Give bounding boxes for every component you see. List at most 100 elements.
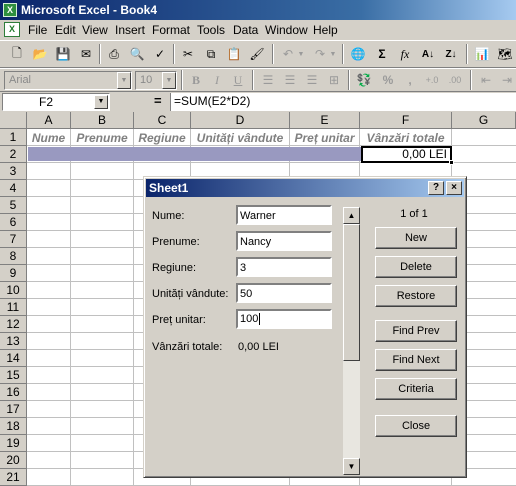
sort-ascending-icon[interactable]: A↓ [418,44,438,64]
formula-input[interactable]: =SUM(E2*D2) [170,93,516,111]
sort-descending-icon[interactable]: Z↓ [441,44,461,64]
format-painter-icon[interactable]: 🖌 [247,44,267,64]
scroll-down-icon[interactable]: ▼ [343,458,360,475]
menu-help[interactable]: Help [313,23,338,37]
email-icon[interactable]: ✉ [76,44,96,64]
row-header[interactable]: 15 [0,367,27,384]
row-header[interactable]: 3 [0,163,27,180]
cut-icon[interactable]: ✂ [178,44,198,64]
decrease-decimal-icon[interactable]: .00 [445,70,465,90]
criteria-button[interactable]: Criteria [375,378,457,400]
fill-handle[interactable] [449,160,454,165]
row-header[interactable]: 21 [0,469,27,486]
row-header[interactable]: 18 [0,418,27,435]
row-header[interactable]: 12 [0,316,27,333]
row-header[interactable]: 17 [0,401,27,418]
currency-icon[interactable]: 💱 [354,70,374,90]
chevron-down-icon[interactable]: ▼ [162,72,176,89]
menu-edit[interactable]: Edit [55,23,76,37]
increase-indent-icon[interactable]: ⇥ [497,70,516,90]
record-scrollbar[interactable]: ▲ ▼ [343,207,360,475]
paste-icon[interactable]: 📋 [224,44,244,64]
restore-button[interactable]: Restore [375,285,457,307]
comma-style-icon[interactable]: , [400,70,420,90]
font-name-combo[interactable]: Arial ▼ [4,71,132,90]
bold-icon[interactable]: B [186,70,206,90]
help-button[interactable]: ? [428,181,444,195]
scrollbar-thumb[interactable] [343,224,360,361]
spelling-icon[interactable]: ✓ [150,44,170,64]
row-header[interactable]: 11 [0,299,27,316]
row-header[interactable]: 16 [0,384,27,401]
column-header[interactable]: A [27,112,71,129]
merge-center-icon[interactable]: ⊞ [324,70,344,90]
regiune-field[interactable] [236,257,332,277]
menu-view[interactable]: View [82,23,108,37]
column-header[interactable]: F [360,112,452,129]
header-cell[interactable]: Nume [27,130,70,146]
nume-field[interactable] [236,205,332,225]
header-cell[interactable]: Unități vândute [191,130,289,146]
row-header[interactable]: 9 [0,265,27,282]
menu-insert[interactable]: Insert [115,23,145,37]
column-header[interactable]: E [290,112,360,129]
italic-icon[interactable]: I [207,70,227,90]
row-header[interactable]: 7 [0,231,27,248]
edit-formula-button[interactable]: = [154,93,162,108]
row-header[interactable]: 2 [0,146,27,163]
print-preview-icon[interactable]: 🔍 [127,44,147,64]
name-box[interactable]: F2 ▼ [2,93,110,111]
row-header[interactable]: 10 [0,282,27,299]
chevron-down-icon[interactable]: ▼ [94,95,108,109]
autosum-icon[interactable]: Σ [372,44,392,64]
close-button[interactable]: Close [375,415,457,437]
row-header[interactable]: 8 [0,248,27,265]
excel-app-icon[interactable]: X [3,3,17,17]
column-header[interactable]: C [134,112,191,129]
redo-dropdown-icon[interactable]: ▼ [328,44,338,64]
close-icon[interactable]: × [446,181,462,195]
column-header[interactable]: D [191,112,290,129]
menu-format[interactable]: Format [152,23,190,37]
header-cell[interactable]: Regiune [134,130,190,146]
menu-tools[interactable]: Tools [197,23,225,37]
header-cell[interactable]: Vânzări totale [360,130,451,146]
row-header[interactable]: 6 [0,214,27,231]
print-icon[interactable]: ⎙ [104,44,124,64]
increase-decimal-icon[interactable]: +.0 [422,70,442,90]
prenume-field[interactable] [236,231,332,251]
decrease-indent-icon[interactable]: ⇤ [476,70,496,90]
align-left-icon[interactable]: ☰ [258,70,278,90]
workbook-icon[interactable]: X [4,22,20,37]
header-cell[interactable]: Preț unitar [290,130,359,146]
undo-icon[interactable]: ↶ [278,44,298,64]
open-icon[interactable]: 📂 [30,44,50,64]
align-center-icon[interactable]: ☰ [280,70,300,90]
find-prev-button[interactable]: Find Prev [375,320,457,342]
new-workbook-icon[interactable]: 🗋 [7,44,27,64]
menu-window[interactable]: Window [265,23,308,37]
save-icon[interactable]: 💾 [53,44,73,64]
row-header[interactable]: 20 [0,452,27,469]
pret-unitar-field[interactable]: 100 [236,309,332,329]
paste-function-icon[interactable]: fx [395,44,415,64]
copy-icon[interactable]: ⧉ [201,44,221,64]
chevron-down-icon[interactable]: ▼ [117,72,131,89]
underline-icon[interactable]: U [228,70,248,90]
row-header[interactable]: 19 [0,435,27,452]
select-all-corner[interactable] [0,112,27,129]
new-button[interactable]: New [375,227,457,249]
percent-icon[interactable]: % [378,70,398,90]
redo-icon[interactable]: ↷ [310,44,330,64]
align-right-icon[interactable]: ☰ [302,70,322,90]
row-header[interactable]: 1 [0,129,27,146]
row-2-shaded-cells[interactable] [28,147,361,161]
find-next-button[interactable]: Find Next [375,349,457,371]
menu-data[interactable]: Data [233,23,258,37]
map-icon[interactable]: 🗺 [495,44,515,64]
column-header[interactable]: B [71,112,134,129]
row-header[interactable]: 13 [0,333,27,350]
chart-wizard-icon[interactable]: 📊 [472,44,492,64]
row-header[interactable]: 4 [0,180,27,197]
scroll-up-icon[interactable]: ▲ [343,207,360,224]
